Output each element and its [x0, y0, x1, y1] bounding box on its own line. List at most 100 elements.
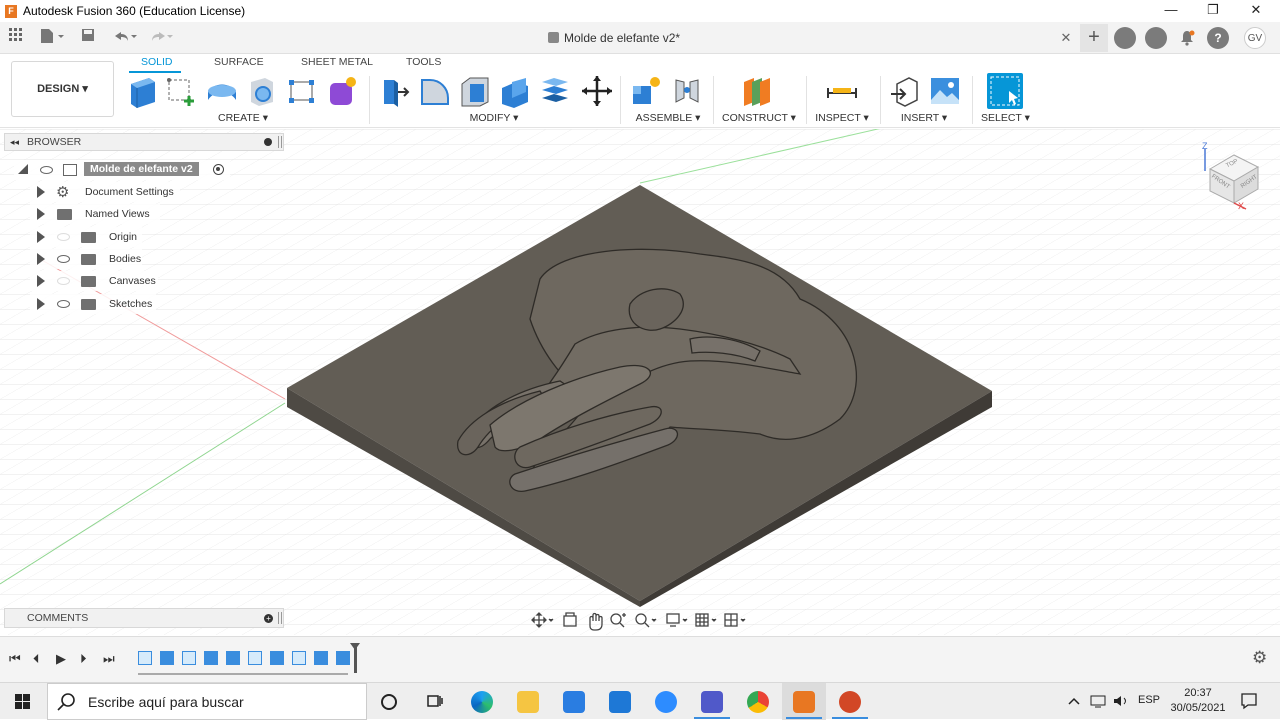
insert-group-label[interactable]: INSERT ▾ — [900, 112, 948, 124]
timeline-last-button[interactable]: ⏭ — [103, 651, 115, 667]
tree-item-document-settings[interactable]: ⚙ Document Settings — [30, 182, 180, 202]
fillet-icon[interactable] — [418, 74, 452, 108]
timeline-first-button[interactable]: ⏮ — [9, 651, 21, 667]
close-window-button[interactable]: ✕ — [1233, 0, 1279, 22]
visibility-eye-icon[interactable] — [57, 277, 70, 285]
browser-panel-header[interactable]: ◂◂ BROWSER — [4, 133, 284, 151]
taskbar-clock[interactable]: 20:37 30/05/2021 — [1168, 686, 1228, 716]
collapse-browser-icon[interactable]: ◂◂ — [10, 134, 19, 150]
tab-surface[interactable]: SURFACE — [214, 56, 264, 68]
move-copy-icon[interactable] — [580, 74, 614, 108]
document-tab[interactable]: Molde de elefante v2* — [548, 31, 680, 45]
language-indicator[interactable]: ESP — [1138, 694, 1160, 706]
job-status-icon[interactable] — [1145, 27, 1167, 49]
expand-triangle-icon[interactable] — [37, 186, 45, 198]
measure-icon[interactable] — [825, 74, 859, 108]
workspace-switcher[interactable]: DESIGN ▾ — [11, 61, 114, 117]
expand-triangle-icon[interactable] — [37, 275, 45, 287]
close-tab-button[interactable]: ✕ — [1059, 28, 1073, 48]
expand-triangle-icon[interactable] — [37, 298, 45, 310]
start-button[interactable] — [0, 683, 46, 720]
browser-resize-handle[interactable] — [278, 136, 282, 148]
tree-item-named-views[interactable]: Named Views — [30, 204, 160, 224]
create-form-icon[interactable] — [325, 74, 359, 108]
tree-root-row[interactable]: Molde de elefante v2 — [14, 160, 230, 180]
expand-triangle-icon[interactable] — [37, 208, 45, 220]
timeline-prev-button[interactable]: ⏴ — [33, 651, 40, 667]
expand-triangle-icon[interactable] — [37, 253, 45, 265]
zoom-app-icon[interactable] — [655, 691, 677, 713]
redo-icon[interactable] — [146, 28, 174, 48]
joint-icon[interactable] — [670, 74, 704, 108]
create-group-label[interactable]: CREATE ▾ — [206, 112, 280, 124]
edge-browser-icon[interactable] — [471, 691, 493, 713]
tree-item-origin[interactable]: Origin — [30, 227, 142, 247]
file-explorer-icon[interactable] — [517, 691, 539, 713]
timeline-extrude-feature[interactable] — [226, 651, 240, 665]
activate-component-icon[interactable] — [213, 164, 224, 175]
extrude-icon[interactable] — [205, 74, 239, 108]
minimize-button[interactable]: — — [1148, 0, 1194, 22]
network-icon[interactable] — [1090, 694, 1106, 708]
pattern-icon[interactable] — [285, 74, 319, 108]
inspect-group-label[interactable]: INSPECT ▾ — [814, 112, 870, 124]
fusion-360-taskbar-icon[interactable] — [793, 691, 815, 713]
construct-group-label[interactable]: CONSTRUCT ▾ — [722, 112, 796, 124]
comments-panel-header[interactable]: COMMENTS + — [4, 608, 284, 628]
microsoft-store-icon[interactable] — [563, 691, 585, 713]
tree-item-bodies[interactable]: Bodies — [30, 249, 142, 269]
timeline-canvas-feature[interactable] — [204, 651, 218, 665]
visibility-eye-icon[interactable] — [57, 233, 70, 241]
insert-canvas-icon[interactable] — [928, 74, 962, 108]
timeline-play-button[interactable]: ▶ — [56, 651, 66, 667]
press-pull-icon[interactable] — [378, 74, 412, 108]
comments-resize-handle[interactable] — [278, 612, 282, 624]
select-tool-icon[interactable] — [987, 73, 1023, 109]
timeline-settings-gear-icon[interactable]: ⚙ — [1252, 648, 1267, 668]
new-tab-button[interactable]: + — [1080, 24, 1108, 52]
cortana-icon[interactable] — [381, 694, 397, 710]
assemble-group-label[interactable]: ASSEMBLE ▾ — [632, 112, 704, 124]
timeline-next-button[interactable]: ⏵ — [80, 651, 87, 667]
timeline-sketch-feature[interactable] — [182, 651, 196, 665]
notifications-bell-icon[interactable] — [1176, 27, 1198, 49]
create-sketch-icon[interactable] — [165, 74, 199, 108]
new-component-assemble-icon[interactable] — [629, 74, 663, 108]
tab-sheet-metal[interactable]: SHEET METAL — [301, 56, 373, 68]
restore-button[interactable]: ❐ — [1190, 0, 1236, 22]
tab-solid[interactable]: SOLID — [141, 56, 173, 68]
visibility-eye-icon[interactable] — [40, 166, 53, 174]
user-avatar[interactable]: GV — [1244, 27, 1266, 49]
task-view-icon[interactable] — [426, 693, 444, 709]
save-icon[interactable] — [80, 28, 96, 48]
tab-tools[interactable]: TOOLS — [406, 56, 441, 68]
timeline-marker-head[interactable] — [350, 643, 360, 650]
mail-icon[interactable] — [609, 691, 631, 713]
timeline-sketch-feature[interactable] — [292, 651, 306, 665]
tree-item-sketches[interactable]: Sketches — [30, 294, 156, 314]
visibility-eye-icon[interactable] — [57, 255, 70, 263]
data-panel-grid-icon[interactable] — [8, 28, 24, 48]
add-comment-icon[interactable]: + — [264, 614, 273, 623]
browser-minimize-icon[interactable] — [264, 138, 272, 146]
select-group-label[interactable]: SELECT ▾ — [981, 112, 1030, 124]
viewcube[interactable]: Z X TOP FRONT RIGHT — [1200, 141, 1270, 213]
timeline-extrude-feature[interactable] — [314, 651, 328, 665]
help-icon[interactable]: ? — [1207, 27, 1229, 49]
collapse-root-icon[interactable] — [18, 164, 28, 174]
timeline-extrude-feature[interactable] — [270, 651, 284, 665]
teams-icon[interactable] — [701, 691, 723, 713]
undo-icon[interactable] — [110, 28, 138, 48]
tree-item-canvases[interactable]: Canvases — [30, 271, 158, 291]
extensions-icon[interactable] — [1114, 27, 1136, 49]
offset-plane-icon[interactable] — [740, 74, 774, 108]
shell-icon[interactable] — [498, 74, 532, 108]
chrome-icon[interactable] — [747, 691, 769, 713]
volume-icon[interactable] — [1113, 694, 1129, 708]
timeline-extrude-feature[interactable] — [160, 651, 174, 665]
expand-triangle-icon[interactable] — [37, 231, 45, 243]
revolve-icon[interactable] — [245, 74, 279, 108]
visibility-eye-icon[interactable] — [57, 300, 70, 308]
new-component-icon[interactable] — [127, 74, 161, 108]
timeline-extrude-feature[interactable] — [336, 651, 350, 665]
